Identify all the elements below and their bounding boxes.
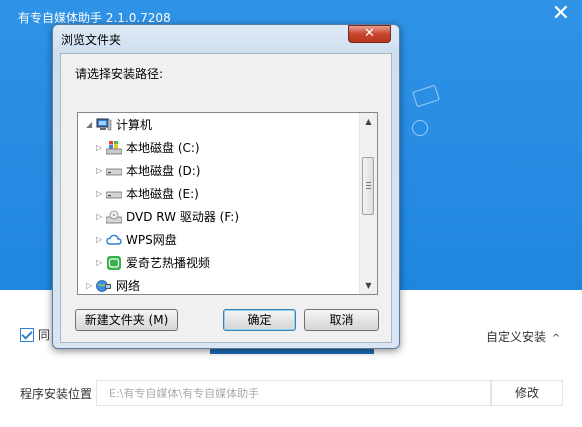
tree-item-iqiyi[interactable]: ▷ 爱奇艺热播视频 (78, 252, 361, 274)
collapsed-arrow-icon[interactable]: ▷ (96, 252, 102, 274)
collapsed-arrow-icon[interactable]: ▷ (96, 137, 102, 159)
tree-item-label: 网络 (116, 279, 141, 293)
new-folder-button[interactable]: 新建文件夹 (M) (75, 309, 178, 331)
chevron-up-icon: ^ (552, 333, 561, 344)
tree-item-computer[interactable]: ◢ 计算机 (78, 114, 361, 136)
tree-item-label: 本地磁盘 (D:) (126, 164, 201, 178)
folder-tree[interactable]: ◢ 计算机 ▷ 本地磁盘 (C:) ▷ 本地磁盘 (D:) ▷ 本地磁盘 (E:… (77, 112, 378, 295)
app-close-button[interactable]: ✕ (552, 2, 570, 26)
install-path-label: 程序安装位置 (20, 387, 93, 401)
scroll-up-arrow-icon[interactable]: ▲ (360, 113, 377, 130)
tree-item-label: 计算机 (116, 118, 153, 132)
collapsed-arrow-icon[interactable]: ▷ (96, 160, 102, 182)
collapsed-arrow-icon[interactable]: ▷ (96, 206, 102, 228)
collapsed-arrow-icon[interactable]: ▷ (86, 275, 92, 294)
browse-folder-dialog: 浏览文件夹 ✕ 请选择安装路径: ◢ 计算机 ▷ 本地磁盘 (C:) ▷ 本地磁… (52, 24, 400, 349)
tree-item-label: 本地磁盘 (C:) (126, 141, 200, 155)
collapsed-arrow-icon[interactable]: ▷ (96, 183, 102, 205)
computer-icon (96, 118, 112, 131)
dialog-close-button[interactable]: ✕ (348, 25, 391, 43)
ok-button[interactable]: 确定 (223, 309, 296, 331)
expanded-arrow-icon[interactable]: ◢ (86, 114, 92, 136)
dialog-title: 浏览文件夹 (61, 33, 122, 47)
scroll-down-arrow-icon[interactable]: ▼ (360, 277, 377, 294)
dialog-prompt: 请选择安装路径: (75, 67, 164, 81)
drive-icon (106, 168, 122, 176)
tree-item-wps-cloud[interactable]: ▷ WPS网盘 (78, 229, 361, 251)
network-icon (96, 280, 111, 292)
tree-item-drive-d[interactable]: ▷ 本地磁盘 (D:) (78, 160, 361, 182)
modify-path-button[interactable]: 修改 (491, 380, 563, 406)
install-path-field[interactable]: E:\有专自媒体\有专自媒体助手 (96, 380, 491, 406)
cloud-icon (106, 234, 122, 245)
collapsed-arrow-icon[interactable]: ▷ (96, 229, 102, 251)
dvd-drive-icon (106, 210, 122, 224)
tree-item-drive-e[interactable]: ▷ 本地磁盘 (E:) (78, 183, 361, 205)
scrollbar-thumb[interactable] (362, 157, 374, 215)
windows-drive-icon (106, 141, 122, 155)
custom-install-toggle[interactable]: 自定义安装 ^ (486, 328, 560, 345)
search-decoration-icon (412, 120, 428, 136)
agree-checkbox[interactable] (20, 328, 34, 342)
tree-item-label: 本地磁盘 (E:) (126, 187, 199, 201)
dialog-body: 请选择安装路径: ◢ 计算机 ▷ 本地磁盘 (C:) ▷ 本地磁盘 (D:) ▷… (60, 53, 392, 343)
cancel-button[interactable]: 取消 (304, 309, 379, 331)
tree-item-dvd-drive[interactable]: ▷ DVD RW 驱动器 (F:) (78, 206, 361, 228)
mail-decoration-icon (412, 84, 440, 108)
tree-item-drive-c[interactable]: ▷ 本地磁盘 (C:) (78, 137, 361, 159)
drive-icon (106, 191, 122, 199)
tree-item-label: DVD RW 驱动器 (F:) (126, 210, 240, 224)
agree-label: 同 (38, 328, 51, 342)
tree-item-label: WPS网盘 (126, 233, 177, 247)
iqiyi-icon (107, 256, 121, 270)
tree-scrollbar[interactable]: ▲ ▼ (359, 113, 377, 294)
custom-install-label: 自定义安装 (486, 330, 547, 344)
tree-item-label: 爱奇艺热播视频 (126, 256, 211, 270)
tree-item-network[interactable]: ▷ 网络 (78, 275, 361, 294)
